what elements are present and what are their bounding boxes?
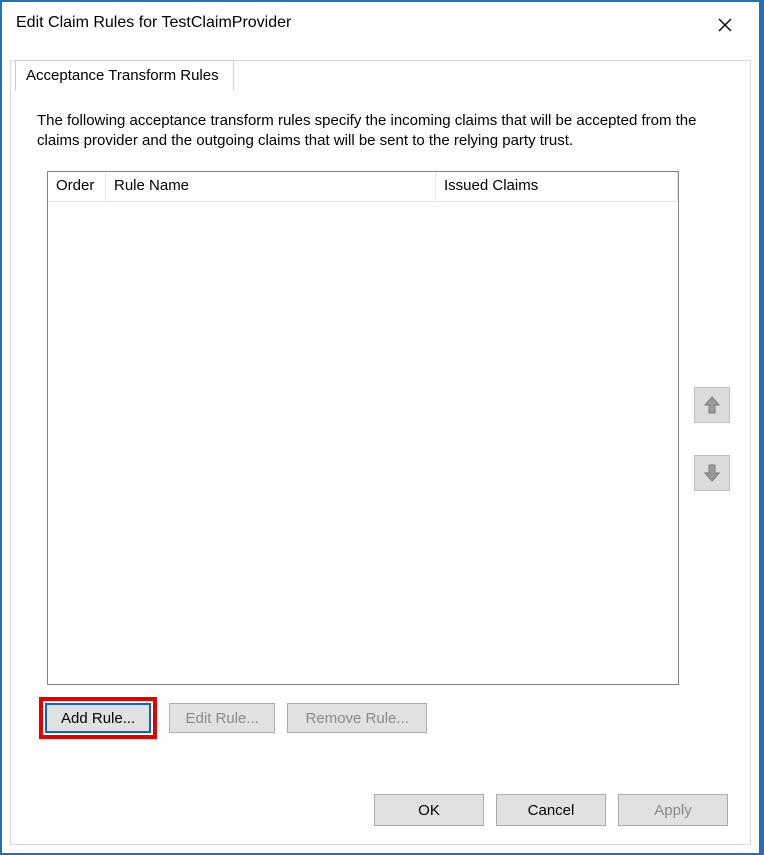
ok-button[interactable]: OK: [374, 794, 484, 826]
content-panel: Acceptance Transform Rules The following…: [10, 60, 751, 845]
close-button[interactable]: [705, 10, 745, 40]
dialog-title: Edit Claim Rules for TestClaimProvider: [16, 10, 291, 32]
dialog-buttons: OK Cancel Apply: [374, 794, 728, 826]
highlight-add-rule: Add Rule...: [39, 697, 157, 739]
close-icon: [718, 18, 732, 32]
column-header-issued-claims[interactable]: Issued Claims: [436, 172, 678, 202]
tab-acceptance-transform-rules[interactable]: Acceptance Transform Rules: [15, 60, 234, 91]
column-header-order[interactable]: Order: [48, 172, 106, 202]
column-header-rule-name[interactable]: Rule Name: [106, 172, 436, 202]
move-down-button[interactable]: [694, 455, 730, 491]
dialog-window: Edit Claim Rules for TestClaimProvider A…: [0, 0, 764, 855]
apply-button: Apply: [618, 794, 728, 826]
move-up-button[interactable]: [694, 387, 730, 423]
tab-strip: Acceptance Transform Rules: [15, 60, 234, 91]
remove-rule-button: Remove Rule...: [287, 703, 427, 733]
edit-rule-button: Edit Rule...: [169, 703, 275, 733]
description-text: The following acceptance transform rules…: [37, 111, 724, 152]
arrow-down-icon: [703, 463, 721, 483]
arrow-up-icon: [703, 395, 721, 415]
rules-table-header: Order Rule Name Issued Claims: [48, 172, 678, 202]
add-rule-button[interactable]: Add Rule...: [45, 703, 151, 733]
cancel-button[interactable]: Cancel: [496, 794, 606, 826]
rule-action-buttons: Add Rule... Edit Rule... Remove Rule...: [39, 697, 427, 739]
titlebar: Edit Claim Rules for TestClaimProvider: [2, 2, 759, 44]
rules-table[interactable]: Order Rule Name Issued Claims: [47, 171, 679, 685]
